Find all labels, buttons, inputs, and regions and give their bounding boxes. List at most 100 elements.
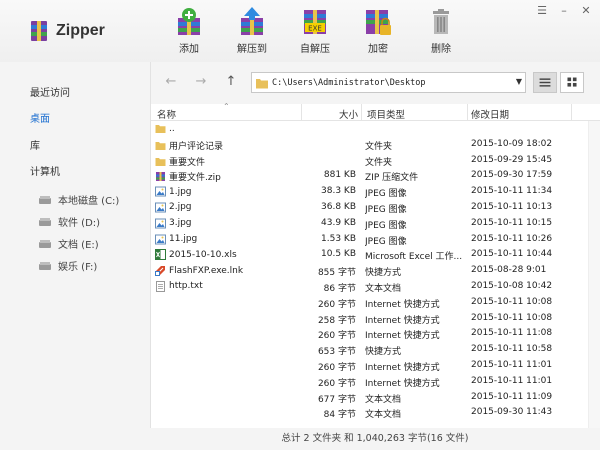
window-controls: ☰ – ✕ (534, 4, 594, 18)
file-row[interactable]: 260 字节 Internet 快捷方式 2015-10-11 11:01 (151, 358, 589, 374)
vertical-scrollbar[interactable] (588, 121, 600, 428)
file-row[interactable]: 3.jpg 43.9 KB JPEG 图像 2015-10-11 10:15 (151, 216, 589, 232)
file-name-cell: 1.jpg (155, 186, 300, 197)
up-icon[interactable]: ↑ (223, 74, 239, 90)
sidebar-drive-d[interactable]: 软件 (D:) (38, 214, 100, 229)
file-date: 2015-10-11 10:58 (471, 344, 553, 355)
file-type: 文件夹 (365, 141, 393, 152)
file-date: 2015-10-11 10:08 (471, 312, 553, 323)
sort-asc-icon: ⌃ (223, 102, 230, 111)
file-date: 2015-10-11 10:15 (471, 217, 553, 228)
file-date: 2015-09-29 15:45 (471, 154, 553, 165)
extract-to-button[interactable]: 解压到 (227, 6, 277, 55)
file-row[interactable]: 用户评论记录 文件夹 2015-10-09 18:02 (151, 137, 589, 153)
address-bar[interactable]: ▼ (251, 72, 526, 93)
file-size: 653 字节 (317, 347, 356, 358)
sidebar-drive-c[interactable]: 本地磁盘 (C:) (38, 192, 119, 207)
file-row[interactable]: .. (151, 121, 589, 137)
file-date: 2015-10-09 18:02 (471, 138, 553, 149)
drive-label: 本地磁盘 (C:) (58, 196, 120, 207)
file-name: 用户评论记录 (169, 141, 224, 152)
folder-icon (256, 78, 268, 88)
back-icon[interactable]: ← (163, 74, 179, 90)
minimize-icon[interactable]: – (556, 4, 572, 18)
extract-to-label: 解压到 (237, 44, 267, 55)
shortcut-icon (155, 266, 165, 277)
nav-bar: ← → ↑ ▼ (151, 62, 600, 104)
file-row[interactable]: 重要文件.zip 881 KB ZIP 压缩文件 2015-09-30 17:59 (151, 168, 589, 184)
grid-view-button[interactable] (560, 72, 584, 93)
file-type: 快捷方式 (365, 347, 402, 358)
file-row[interactable]: 260 字节 Internet 快捷方式 2015-10-11 10:08 (151, 295, 589, 311)
chevron-down-icon[interactable]: ▼ (516, 77, 522, 86)
column-size[interactable]: 大小 (339, 107, 358, 121)
file-row[interactable]: http.txt 86 字节 文本文档 2015-10-08 10:42 (151, 279, 589, 295)
sidebar-item-computer[interactable]: 计算机 (30, 163, 60, 178)
file-date: 2015-10-11 11:01 (471, 359, 553, 370)
file-size: 855 字节 (317, 268, 356, 279)
file-row[interactable]: 1.jpg 38.3 KB JPEG 图像 2015-10-11 11:34 (151, 184, 589, 200)
forward-icon[interactable]: → (193, 74, 209, 90)
file-date: 2015-08-28 9:01 (471, 265, 547, 276)
file-name-cell: .. (155, 123, 300, 134)
file-row[interactable]: 260 字节 Internet 快捷方式 2015-10-11 11:01 (151, 374, 589, 390)
menu-icon[interactable]: ☰ (534, 4, 550, 18)
sidebar-item-desktop[interactable]: 桌面 (30, 110, 50, 125)
toolbar: Zipper 添加 解压到 EXE 自解压 加密 删除 ☰ – ✕ (0, 0, 600, 62)
add-button[interactable]: 添加 (164, 6, 214, 55)
file-date: 2015-09-30 17:59 (471, 170, 553, 181)
list-view-icon (539, 78, 551, 87)
delete-button[interactable]: 删除 (416, 6, 466, 55)
file-size: 260 字节 (317, 378, 356, 389)
list-view-button[interactable] (533, 72, 557, 93)
file-type: 文本文档 (365, 410, 402, 421)
image-file-icon (155, 234, 166, 245)
file-name: 重要文件 (169, 157, 206, 168)
file-row[interactable]: 260 字节 Internet 快捷方式 2015-10-11 11:08 (151, 326, 589, 342)
file-date: 2015-10-11 10:26 (471, 233, 553, 244)
sidebar-item-recent[interactable]: 最近访问 (30, 84, 70, 99)
file-size: 36.8 KB (321, 201, 356, 212)
column-date[interactable]: 修改日期 (471, 107, 509, 121)
file-row[interactable]: 258 字节 Internet 快捷方式 2015-10-11 10:08 (151, 311, 589, 327)
folder-icon (155, 125, 166, 133)
app-title: Zipper (56, 22, 105, 39)
path-input[interactable] (272, 77, 512, 88)
file-date: 2015-10-11 10:08 (471, 296, 553, 307)
file-name-cell: 2.jpg (155, 202, 300, 213)
sidebar-drive-e[interactable]: 文档 (E:) (38, 236, 99, 251)
file-date: 2015-10-11 11:09 (471, 391, 553, 402)
file-row[interactable]: FlashFXP.exe.lnk 855 字节 快捷方式 2015-08-28 9:0… (151, 263, 589, 279)
file-row[interactable]: 2.jpg 36.8 KB JPEG 图像 2015-10-11 10:13 (151, 200, 589, 216)
file-name: 1.jpg (169, 186, 192, 197)
image-file-icon (155, 202, 166, 213)
file-type: Internet 快捷方式 (365, 315, 440, 326)
file-row[interactable]: 677 字节 文本文档 2015-10-11 11:09 (151, 390, 589, 406)
file-name: 重要文件.zip (169, 173, 221, 184)
self-extract-button[interactable]: EXE 自解压 (290, 6, 340, 55)
file-row[interactable]: 653 字节 快捷方式 2015-10-11 10:58 (151, 342, 589, 358)
exe-badge-text: EXE (308, 25, 322, 33)
file-name-cell: http.txt (155, 280, 300, 292)
file-row[interactable]: 重要文件 文件夹 2015-09-29 15:45 (151, 153, 589, 169)
text-file-icon (156, 280, 165, 292)
file-type: JPEG 图像 (365, 189, 407, 200)
sidebar-item-library[interactable]: 库 (30, 137, 40, 152)
file-date: 2015-10-11 10:44 (471, 249, 553, 260)
file-row[interactable]: 84 字节 文本文档 2015-09-30 11:43 (151, 405, 589, 421)
extract-to-icon (241, 7, 263, 35)
column-type[interactable]: 项目类型 (367, 107, 405, 121)
file-row[interactable]: 11.jpg 1.53 KB JPEG 图像 2015-10-11 10:26 (151, 232, 589, 248)
sidebar-drive-f[interactable]: 娱乐 (F:) (38, 258, 97, 273)
file-row[interactable]: 2015-10-10.xls 10.5 KB Microsoft Excel 工作.… (151, 247, 589, 263)
folder-icon (155, 157, 166, 166)
file-name: 2015-10-10.xls (169, 249, 237, 260)
column-header: 名称 ⌃ 大小 项目类型 修改日期 (151, 102, 600, 121)
zipper-logo-icon (31, 21, 47, 41)
file-name: FlashFXP.exe.lnk (169, 265, 244, 276)
column-name[interactable]: 名称 (157, 107, 176, 121)
close-icon[interactable]: ✕ (578, 4, 594, 18)
file-type: ZIP 压缩文件 (365, 173, 419, 184)
encrypt-button[interactable]: 加密 (353, 6, 403, 55)
folder-icon (155, 141, 166, 150)
